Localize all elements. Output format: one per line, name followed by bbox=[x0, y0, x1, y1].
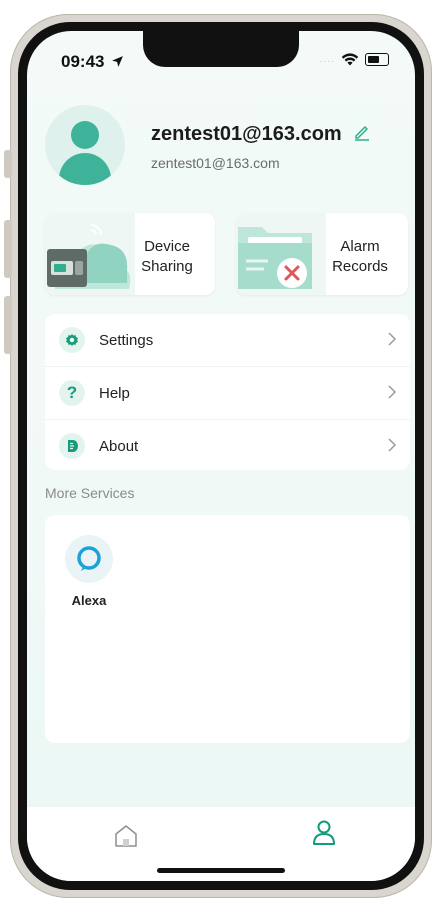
tab-bar bbox=[27, 807, 415, 881]
volume-up-button bbox=[4, 220, 12, 278]
menu-item-label: Help bbox=[99, 384, 130, 402]
battery-icon bbox=[365, 53, 389, 66]
alexa-service[interactable]: Alexa bbox=[63, 535, 115, 608]
menu-item-label: Settings bbox=[99, 331, 154, 349]
menu-item-help[interactable]: ? Help bbox=[45, 367, 410, 420]
profile-email: zentest01@163.com bbox=[151, 155, 280, 171]
services-panel: Alexa bbox=[45, 515, 410, 743]
menu-item-settings[interactable]: Settings bbox=[45, 314, 410, 367]
alexa-label: Alexa bbox=[71, 593, 107, 608]
menu-item-about[interactable]: About bbox=[45, 420, 410, 470]
profile-username: zentest01@163.com bbox=[151, 123, 342, 145]
alarm-records-card[interactable]: Alarm Records bbox=[236, 213, 408, 295]
screen: 09:43 .... zentest01@163.com zentest01@1… bbox=[27, 31, 415, 881]
about-icon bbox=[59, 433, 85, 459]
chevron-right-icon bbox=[388, 332, 397, 346]
mute-switch bbox=[4, 150, 12, 178]
folder-alarm-icon bbox=[236, 213, 326, 295]
notch bbox=[143, 31, 299, 67]
signal-dots: .... bbox=[319, 54, 335, 65]
alarm-records-label: Alarm Records bbox=[332, 238, 388, 275]
cloud-device-icon bbox=[45, 213, 135, 295]
alexa-icon bbox=[65, 535, 113, 583]
menu-item-label: About bbox=[99, 437, 139, 455]
more-services-title: More Services bbox=[45, 485, 135, 501]
device-sharing-label: Device Sharing bbox=[141, 238, 193, 275]
device-sharing-card[interactable]: Device Sharing bbox=[45, 213, 215, 295]
menu-list: Settings ? Help About bbox=[45, 314, 410, 470]
chevron-right-icon bbox=[388, 438, 397, 452]
avatar[interactable] bbox=[45, 105, 125, 185]
chevron-right-icon bbox=[388, 385, 397, 399]
status-time: 09:43 bbox=[61, 52, 124, 72]
location-arrow-icon bbox=[112, 56, 124, 67]
edit-pencil-icon[interactable] bbox=[353, 123, 371, 146]
wifi-icon bbox=[341, 53, 359, 66]
gear-icon bbox=[59, 327, 85, 353]
status-icons: .... bbox=[320, 53, 389, 66]
volume-down-button bbox=[4, 296, 12, 354]
home-icon[interactable] bbox=[113, 823, 139, 854]
home-indicator bbox=[157, 868, 285, 873]
avatar-body bbox=[59, 153, 111, 185]
user-icon[interactable] bbox=[311, 819, 337, 852]
question-icon: ? bbox=[59, 380, 85, 406]
avatar-head bbox=[71, 121, 99, 149]
